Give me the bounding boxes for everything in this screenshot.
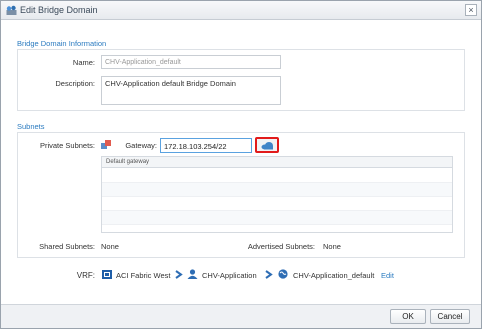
dialog-footer: OK Cancel: [1, 304, 481, 328]
shared-subnets-value: None: [101, 242, 119, 251]
table-row: [102, 197, 452, 211]
add-gateway-button[interactable]: [255, 137, 279, 153]
ok-button[interactable]: OK: [390, 309, 426, 324]
subnet-icon: [101, 140, 111, 149]
info-section-title: Bridge Domain Information: [17, 39, 107, 48]
fabric-icon: [102, 270, 112, 279]
tenant-icon: [187, 269, 198, 279]
default-gateway-table: Default gateway: [101, 156, 453, 233]
table-row: [102, 169, 452, 183]
description-value: CHV-Application default Bridge Domain: [105, 79, 236, 88]
description-label: Description:: [55, 79, 95, 88]
subnets-section-title: Subnets: [17, 122, 45, 131]
dialog-titlebar: Edit Bridge Domain ×: [1, 1, 481, 20]
gateway-value: 172.18.103.254/22: [164, 142, 227, 151]
vrf-fabric-name: ACI Fabric West: [116, 271, 171, 280]
vrf-name: CHV-Application_default: [293, 271, 375, 280]
vrf-tenant-name: CHV-Application: [202, 271, 257, 280]
advertised-subnets-label: Advertised Subnets:: [247, 242, 315, 251]
table-row: [102, 211, 452, 225]
cancel-button-label: Cancel: [437, 312, 463, 321]
name-value: CHV-Application_default: [105, 59, 181, 66]
description-field[interactable]: CHV-Application default Bridge Domain: [101, 76, 281, 105]
chevron-right-icon: [175, 270, 183, 279]
advertised-subnets-value: None: [323, 242, 341, 251]
cancel-button[interactable]: Cancel: [430, 309, 470, 324]
vrf-label: VRF:: [76, 271, 95, 280]
name-label: Name:: [72, 58, 95, 67]
close-button[interactable]: ×: [465, 4, 477, 16]
close-icon: ×: [468, 5, 474, 15]
ok-button-label: OK: [402, 312, 414, 321]
gateway-input[interactable]: 172.18.103.254/22: [160, 138, 252, 153]
column-header-default-gateway: Default gateway: [106, 159, 150, 165]
name-field[interactable]: CHV-Application_default: [101, 55, 281, 69]
table-row: [102, 183, 452, 197]
gateway-label: Gateway:: [125, 141, 157, 150]
private-subnets-label: Private Subnets:: [39, 141, 95, 150]
vrf-globe-icon: [278, 269, 288, 279]
edit-bridge-domain-dialog: Edit Bridge Domain × Bridge Domain Infor…: [0, 0, 482, 329]
add-cloud-icon: [261, 142, 273, 150]
shared-subnets-label: Shared Subnets:: [39, 242, 95, 251]
edit-vrf-link[interactable]: Edit: [381, 271, 394, 280]
chevron-right-icon: [265, 270, 273, 279]
dialog-title: Edit Bridge Domain: [20, 5, 98, 15]
table-header: Default gateway: [102, 157, 452, 168]
bridge-domain-icon: [6, 5, 17, 15]
